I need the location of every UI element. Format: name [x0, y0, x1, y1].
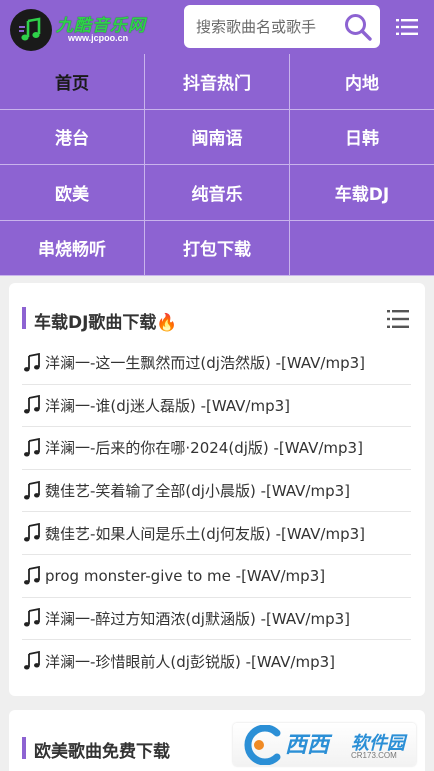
song-title: prog monster-give to me -[WAV/mp3]	[45, 566, 326, 585]
song-item[interactable]: 洋澜一-珍惜眼前人(dj彭锐版) -[WAV/mp3]	[22, 640, 411, 683]
song-item[interactable]: 洋澜一-醉过方知酒浓(dj默涵版) -[WAV/mp3]	[22, 598, 411, 641]
music-note-icon	[24, 437, 40, 457]
list-icon[interactable]	[387, 308, 409, 330]
site-logo[interactable]: 九酷音乐网 www.jcpoo.cn	[10, 7, 160, 51]
section-accent-bar	[22, 737, 26, 759]
music-note-icon	[24, 523, 40, 542]
category-nav: 首页 抖音热门 内地 港台 闽南语 日韩 欧美 纯音乐 车载DJ 串烧畅听 打包…	[0, 54, 434, 276]
song-title: 洋澜一-这一生飘然而过(dj浩然版) -[WAV/mp3]	[45, 354, 365, 373]
song-title: 洋澜一-谁(dj迷人磊版) -[WAV/mp3]	[45, 396, 290, 415]
nav-item-mainland[interactable]: 内地	[290, 54, 434, 110]
nav-item-home[interactable]: 首页	[0, 54, 145, 110]
logo-url: www.jcpoo.cn	[68, 33, 129, 43]
music-note-icon	[24, 565, 40, 585]
car-dj-section: 车载DJ歌曲下载🔥 洋澜一-这一生飘然而过(dj浩然版) -[WAV/mp3] …	[9, 283, 425, 696]
song-title: 洋澜一-醉过方知酒浓(dj默涵版) -[WAV/mp3]	[45, 609, 350, 628]
search-input[interactable]	[196, 15, 341, 39]
song-title: 魏佳艺-如果人间是乐土(dj何友版) -[WAV/mp3]	[45, 524, 365, 543]
header: 九酷音乐网 www.jcpoo.cn	[0, 0, 434, 54]
song-title: 洋澜一-珍惜眼前人(dj彭锐版) -[WAV/mp3]	[45, 652, 335, 671]
song-title: 魏佳艺-笑着输了全部(dj小晨版) -[WAV/mp3]	[45, 482, 350, 501]
section-accent-bar	[22, 307, 26, 329]
song-item[interactable]: 魏佳艺-如果人间是乐土(dj何友版) -[WAV/mp3]	[22, 512, 411, 555]
music-note-icon	[24, 608, 40, 627]
watermark-text: 西西	[285, 733, 330, 758]
search-box	[184, 5, 380, 48]
menu-button[interactable]	[394, 14, 420, 40]
music-note-icon	[24, 480, 40, 500]
section-header: 车载DJ歌曲下载🔥	[9, 283, 425, 333]
song-item[interactable]: 洋澜一-后来的你在哪·2024(dj版) -[WAV/mp3]	[22, 427, 411, 470]
watermark-logo: 西西 软件园 CR173.COM	[233, 723, 416, 766]
song-title: 洋澜一-后来的你在哪·2024(dj版) -[WAV/mp3]	[45, 439, 363, 458]
search-icon	[345, 14, 372, 41]
song-item[interactable]: 魏佳艺-笑着输了全部(dj小晨版) -[WAV/mp3]	[22, 470, 411, 513]
nav-item-western[interactable]: 欧美	[0, 165, 145, 221]
nav-item-car-dj[interactable]: 车载DJ	[290, 165, 434, 221]
song-item[interactable]: 洋澜一-这一生飘然而过(dj浩然版) -[WAV/mp3]	[22, 342, 411, 385]
logo-music-icon	[10, 9, 52, 51]
nav-item-jp-kr[interactable]: 日韩	[290, 110, 434, 165]
song-item[interactable]: prog monster-give to me -[WAV/mp3]	[22, 555, 411, 598]
music-note-icon	[24, 352, 40, 372]
music-note-icon	[24, 651, 40, 670]
nav-item-bundle-download[interactable]: 打包下载	[145, 220, 290, 276]
song-list: 洋澜一-这一生飘然而过(dj浩然版) -[WAV/mp3] 洋澜一-谁(dj迷人…	[22, 342, 411, 683]
nav-item-minnan[interactable]: 闽南语	[145, 109, 290, 165]
nav-empty-cell	[290, 221, 434, 276]
watermark-c-icon	[244, 725, 281, 765]
song-item[interactable]: 洋澜一-谁(dj迷人磊版) -[WAV/mp3]	[22, 385, 411, 428]
nav-item-hk-tw[interactable]: 港台	[0, 109, 145, 165]
section-title: 车载DJ歌曲下载🔥	[34, 313, 178, 333]
watermark-sub: CR173.COM	[351, 751, 397, 760]
music-note-icon	[24, 395, 40, 414]
nav-item-pure-music[interactable]: 纯音乐	[145, 165, 290, 221]
menu-icon	[396, 19, 418, 35]
nav-item-medley[interactable]: 串烧畅听	[0, 220, 145, 276]
nav-item-douyin-hot[interactable]: 抖音热门	[145, 54, 290, 110]
section-title: 欧美歌曲免费下载	[34, 742, 170, 762]
search-button[interactable]	[342, 11, 374, 43]
